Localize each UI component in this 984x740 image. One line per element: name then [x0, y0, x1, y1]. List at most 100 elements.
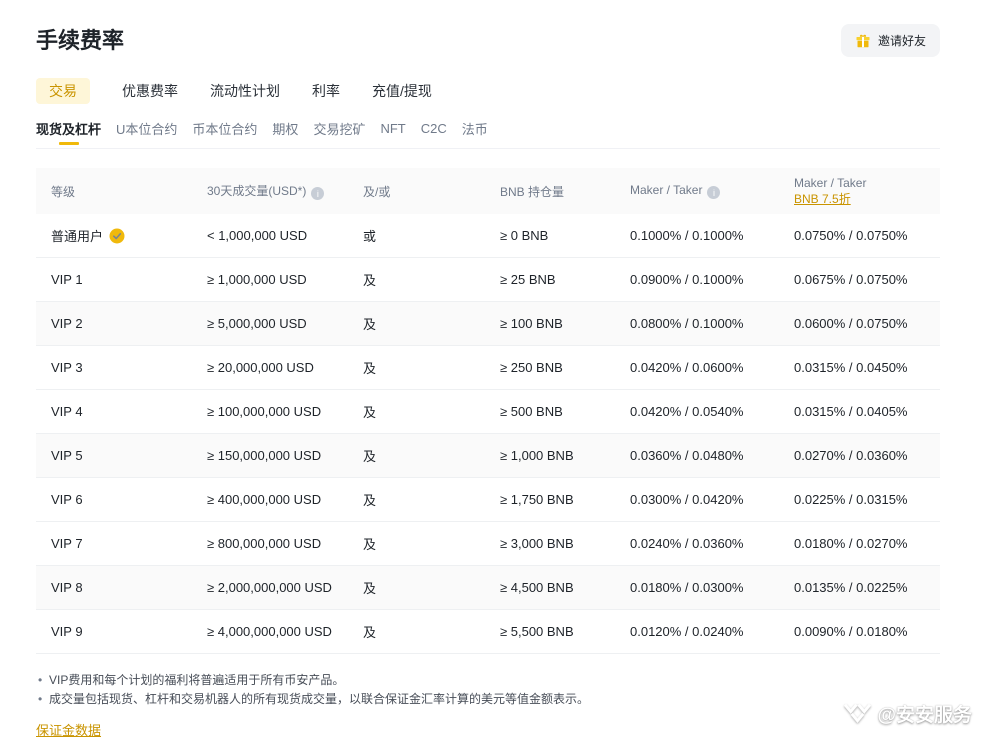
note-item: 成交量包括现货、杠杆和交易机器人的所有现货成交量，以联合保证金汇率计算的美元等值…: [36, 690, 940, 709]
and-or-cell: 及: [348, 270, 485, 289]
volume-cell: ≥ 5,000,000 USD: [192, 316, 348, 331]
page-title: 手续费率: [36, 26, 124, 56]
and-or-cell: 及: [348, 314, 485, 333]
and-or-cell: 或: [348, 226, 485, 245]
maker-taker-cell: 0.1000% / 0.1000%: [615, 228, 779, 243]
maker-taker-bnb-cell: 0.0270% / 0.0360%: [779, 448, 940, 463]
bnb-balance-cell: ≥ 4,500 BNB: [485, 580, 615, 595]
table-row: VIP 6 ≥ 400,000,000 USD 及 ≥ 1,750 BNB 0.…: [36, 478, 940, 522]
volume-cell: ≥ 20,000,000 USD: [192, 360, 348, 375]
col-header-bnb-balance: BNB 持仓量: [485, 183, 615, 200]
watermark-logo-icon: [843, 702, 872, 725]
main-tab[interactable]: 充值/提现: [372, 78, 432, 104]
maker-taker-cell: 0.0420% / 0.0600%: [615, 360, 779, 375]
gift-icon: [855, 33, 871, 49]
level-cell: VIP 6: [36, 492, 192, 507]
level-label: VIP 1: [51, 272, 83, 287]
table-row: VIP 3 ≥ 20,000,000 USD 及 ≥ 250 BNB 0.042…: [36, 346, 940, 390]
sub-tab[interactable]: 币本位合约: [192, 119, 257, 148]
main-tab[interactable]: 流动性计划: [210, 78, 280, 104]
sub-tab[interactable]: NFT: [380, 119, 405, 148]
volume-cell: ≥ 150,000,000 USD: [192, 448, 348, 463]
sub-tab[interactable]: 现货及杠杆: [36, 119, 101, 148]
and-or-cell: 及: [348, 578, 485, 597]
bnb-balance-cell: ≥ 5,500 BNB: [485, 624, 615, 639]
bnb-balance-cell: ≥ 1,750 BNB: [485, 492, 615, 507]
sub-tab[interactable]: 法币: [462, 119, 488, 148]
and-or-cell: 及: [348, 402, 485, 421]
level-cell: VIP 1: [36, 272, 192, 287]
verified-badge-icon: [109, 228, 125, 244]
col-header-and-or: 及/或: [348, 183, 485, 200]
and-or-cell: 及: [348, 446, 485, 465]
col-header-level: 等级: [36, 183, 192, 200]
invite-friends-button[interactable]: 邀请好友: [841, 24, 940, 57]
bnb-discount-link[interactable]: BNB 7.5折: [794, 192, 851, 206]
level-label: VIP 4: [51, 404, 83, 419]
level-cell: VIP 7: [36, 536, 192, 551]
level-cell: VIP 2: [36, 316, 192, 331]
maker-taker-cell: 0.0300% / 0.0420%: [615, 492, 779, 507]
col-header-volume: 30天成交量(USD*)i: [192, 182, 348, 201]
level-cell: VIP 3: [36, 360, 192, 375]
level-cell: VIP 4: [36, 404, 192, 419]
sub-tab[interactable]: 交易挖矿: [313, 119, 365, 148]
maker-taker-bnb-cell: 0.0600% / 0.0750%: [779, 316, 940, 331]
level-label: VIP 9: [51, 624, 83, 639]
invite-friends-label: 邀请好友: [878, 32, 926, 49]
info-icon[interactable]: i: [707, 186, 720, 199]
maker-taker-cell: 0.0800% / 0.1000%: [615, 316, 779, 331]
maker-taker-cell: 0.0360% / 0.0480%: [615, 448, 779, 463]
col-header-maker-taker: Maker / Takeri: [615, 183, 779, 200]
level-label: VIP 5: [51, 448, 83, 463]
bnb-balance-cell: ≥ 100 BNB: [485, 316, 615, 331]
level-cell: VIP 8: [36, 580, 192, 595]
and-or-cell: 及: [348, 534, 485, 553]
table-header-row: 等级 30天成交量(USD*)i 及/或 BNB 持仓量 Maker / Tak…: [36, 168, 940, 214]
table-body: 普通用户 < 1,000,000 USD 或 ≥ 0 BNB 0.1000% /…: [36, 214, 940, 654]
volume-cell: ≥ 100,000,000 USD: [192, 404, 348, 419]
bnb-balance-cell: ≥ 0 BNB: [485, 228, 615, 243]
maker-taker-bnb-cell: 0.0315% / 0.0405%: [779, 404, 940, 419]
and-or-cell: 及: [348, 358, 485, 377]
volume-cell: ≥ 4,000,000,000 USD: [192, 624, 348, 639]
margin-data-link[interactable]: 保证金数据: [36, 720, 101, 739]
table-row: VIP 8 ≥ 2,000,000,000 USD 及 ≥ 4,500 BNB …: [36, 566, 940, 610]
maker-taker-cell: 0.0420% / 0.0540%: [615, 404, 779, 419]
topbar: 手续费率 邀请好友: [36, 24, 940, 57]
level-label: VIP 6: [51, 492, 83, 507]
table-row: VIP 1 ≥ 1,000,000 USD 及 ≥ 25 BNB 0.0900%…: [36, 258, 940, 302]
active-tab-indicator: [59, 142, 79, 145]
main-tab[interactable]: 优惠费率: [122, 78, 178, 104]
level-label: 普通用户: [51, 226, 103, 245]
info-icon[interactable]: i: [311, 187, 324, 200]
table-row: VIP 7 ≥ 800,000,000 USD 及 ≥ 3,000 BNB 0.…: [36, 522, 940, 566]
bnb-balance-cell: ≥ 25 BNB: [485, 272, 615, 287]
maker-taker-bnb-cell: 0.0315% / 0.0450%: [779, 360, 940, 375]
table-row: VIP 5 ≥ 150,000,000 USD 及 ≥ 1,000 BNB 0.…: [36, 434, 940, 478]
level-label: VIP 8: [51, 580, 83, 595]
sub-tabs: 现货及杠杆 U本位合约 币本位合约 期权 交易挖矿 NFT C2C 法币: [36, 119, 940, 149]
sub-tab[interactable]: C2C: [421, 119, 447, 148]
watermark: @安安服务: [843, 700, 972, 727]
bnb-balance-cell: ≥ 3,000 BNB: [485, 536, 615, 551]
watermark-text: @安安服务: [877, 700, 972, 727]
main-tab[interactable]: 交易: [36, 78, 90, 104]
fee-rate-page: 手续费率 邀请好友 交易 优惠费率 流动性计划 利率 充值/提现 现货及杠杆 U本位合约…: [0, 0, 984, 740]
main-tab[interactable]: 利率: [312, 78, 340, 104]
table-row: VIP 4 ≥ 100,000,000 USD 及 ≥ 500 BNB 0.04…: [36, 390, 940, 434]
table-row: 普通用户 < 1,000,000 USD 或 ≥ 0 BNB 0.1000% /…: [36, 214, 940, 258]
maker-taker-bnb-cell: 0.0675% / 0.0750%: [779, 272, 940, 287]
maker-taker-cell: 0.0120% / 0.0240%: [615, 624, 779, 639]
bnb-balance-cell: ≥ 1,000 BNB: [485, 448, 615, 463]
volume-cell: ≥ 2,000,000,000 USD: [192, 580, 348, 595]
volume-cell: < 1,000,000 USD: [192, 228, 348, 243]
sub-tab[interactable]: 期权: [272, 119, 298, 148]
col-header-maker-taker-bnb-discount: Maker / Taker BNB 7.5折: [779, 175, 940, 207]
note-item: VIP费用和每个计划的福利将普遍适用于所有币安产品。: [36, 671, 940, 690]
table-row: VIP 2 ≥ 5,000,000 USD 及 ≥ 100 BNB 0.0800…: [36, 302, 940, 346]
sub-tab[interactable]: U本位合约: [116, 119, 177, 148]
level-label: VIP 2: [51, 316, 83, 331]
maker-taker-cell: 0.0900% / 0.1000%: [615, 272, 779, 287]
level-label: VIP 7: [51, 536, 83, 551]
